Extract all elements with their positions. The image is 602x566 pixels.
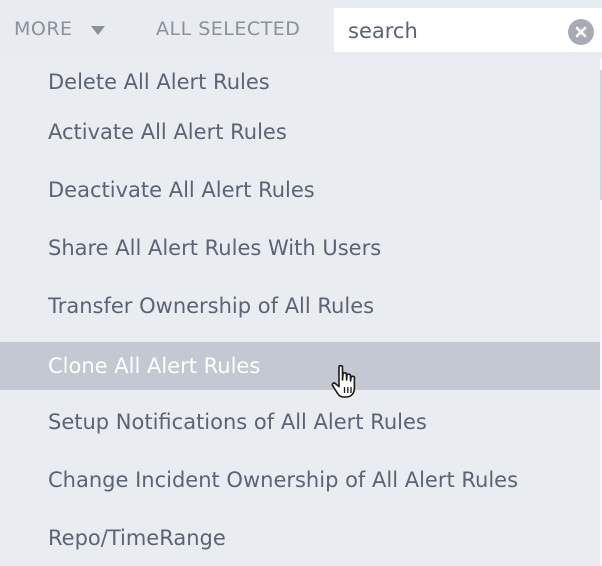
menu-item-label: Activate All Alert Rules [48, 120, 287, 144]
more-label: MORE [14, 18, 73, 40]
menu-item-repo-timerange[interactable]: Repo/TimeRange [0, 514, 600, 562]
menu-item-setup-notifications[interactable]: Setup Notifications of All Alert Rules [0, 398, 600, 446]
more-dropdown-button[interactable]: MORE [14, 18, 105, 40]
menu-item-label: Transfer Ownership of All Rules [48, 294, 375, 318]
menu-item-share-all[interactable]: Share All Alert Rules With Users [0, 224, 600, 272]
close-icon[interactable] [568, 19, 594, 45]
search-input[interactable] [346, 16, 570, 46]
menu-item-label: Repo/TimeRange [48, 526, 226, 550]
toolbar: MORE ALL SELECTED [0, 0, 602, 58]
chevron-down-icon [90, 25, 105, 35]
menu-item-activate-all[interactable]: Activate All Alert Rules [0, 108, 600, 156]
menu-item-label: Clone All Alert Rules [48, 354, 261, 378]
menu-item-deactivate-all[interactable]: Deactivate All Alert Rules [0, 166, 600, 214]
bulk-actions-menu: Delete All Alert Rules Activate All Aler… [0, 58, 600, 566]
menu-item-label: Setup Notifications of All Alert Rules [48, 410, 427, 434]
menu-item-clone-all[interactable]: Clone All Alert Rules [0, 342, 600, 390]
menu-item-transfer-ownership[interactable]: Transfer Ownership of All Rules [0, 282, 600, 330]
menu-item-label: Share All Alert Rules With Users [48, 236, 382, 260]
menu-item-change-incident-ownership[interactable]: Change Incident Ownership of All Alert R… [0, 456, 600, 504]
menu-item-delete-all[interactable]: Delete All Alert Rules [0, 58, 600, 106]
menu-item-label: Change Incident Ownership of All Alert R… [48, 468, 519, 492]
menu-item-label: Delete All Alert Rules [48, 70, 270, 94]
all-selected-toggle[interactable]: ALL SELECTED [156, 18, 300, 40]
menu-item-label: Deactivate All Alert Rules [48, 178, 315, 202]
hand-pointer-icon [330, 363, 364, 401]
search-box [334, 8, 602, 52]
